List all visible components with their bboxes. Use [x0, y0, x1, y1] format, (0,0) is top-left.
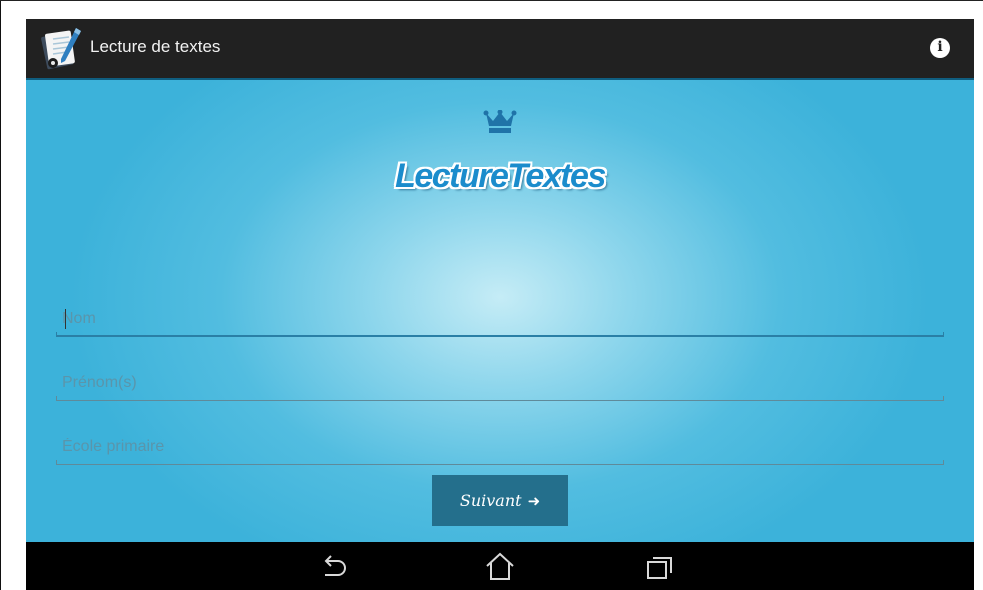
window-border-left	[0, 0, 1, 590]
nom-input[interactable]	[56, 303, 944, 335]
next-button[interactable]: Suivant ➜	[432, 475, 568, 526]
next-label: Suivant	[459, 491, 522, 510]
app-title: Lecture de textes	[90, 37, 221, 56]
action-bar: Lecture de textes i	[26, 19, 974, 80]
prenom-field[interactable]	[56, 367, 944, 401]
home-icon[interactable]	[483, 552, 517, 582]
window-border-top	[0, 0, 983, 1]
back-icon[interactable]	[316, 552, 350, 582]
navigation-bar	[26, 542, 974, 590]
crown-icon	[483, 110, 517, 133]
app-logo: LectureTextes	[395, 157, 606, 195]
login-form-screen: LectureTextes Suivant ➜	[26, 80, 974, 542]
ecole-underline	[56, 460, 944, 465]
nom-underline	[56, 332, 944, 337]
recent-apps-icon[interactable]	[643, 552, 677, 582]
prenom-underline	[56, 396, 944, 401]
info-button[interactable]: i	[930, 38, 950, 58]
notebook-pen-icon[interactable]	[38, 25, 84, 71]
ecole-input[interactable]	[56, 431, 944, 463]
info-icon: i	[937, 39, 943, 55]
device-screen: Lecture de textes i LectureTextes Nom Pr…	[26, 19, 974, 590]
arrow-right-icon: ➜	[527, 491, 541, 510]
text-cursor	[65, 309, 66, 329]
prenom-input[interactable]	[56, 367, 944, 399]
nom-field[interactable]	[56, 303, 944, 337]
ecole-field[interactable]	[56, 431, 944, 465]
